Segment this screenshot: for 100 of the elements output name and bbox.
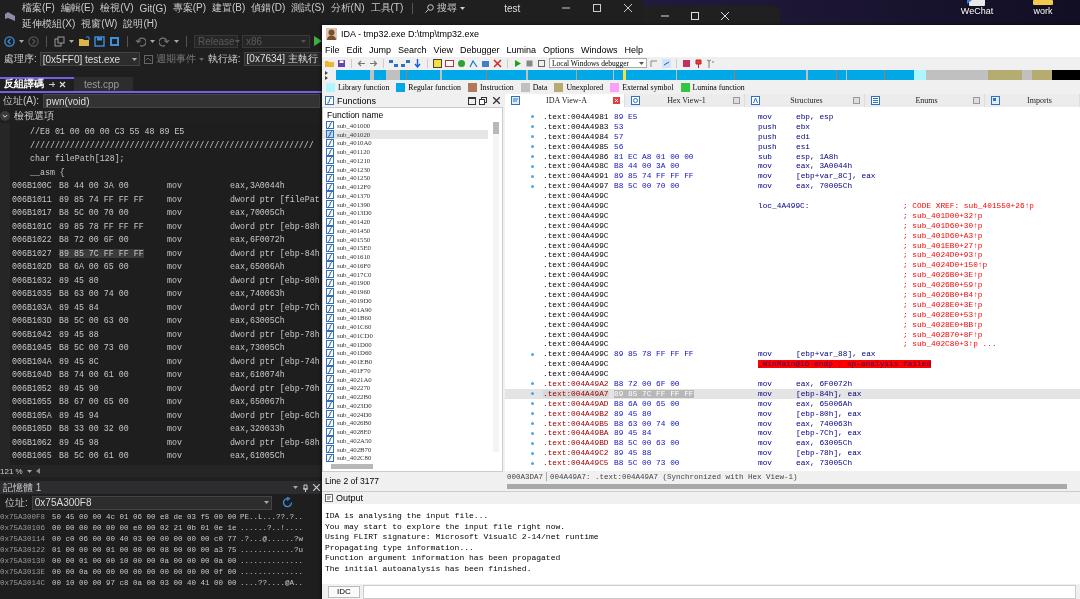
forward-arrow-icon[interactable] (369, 58, 378, 68)
restore-icon[interactable] (479, 96, 487, 105)
menu-item[interactable]: Search (398, 45, 427, 55)
pause-icon[interactable] (525, 58, 534, 68)
caret-icon[interactable] (173, 39, 179, 43)
menu-item[interactable]: Debugger (459, 45, 500, 55)
output-line: You may start to explore the input file right now. (325, 521, 566, 531)
hex-icon[interactable] (401, 58, 410, 68)
search-button[interactable]: 搜尋 (422, 1, 469, 15)
caret-icon[interactable] (293, 486, 298, 489)
circle-icon[interactable] (457, 58, 466, 68)
lifecycle-events-button[interactable]: 週期事件 (142, 52, 205, 66)
caret-icon[interactable] (19, 39, 24, 43)
antenna-icon[interactable] (706, 58, 715, 68)
menu-item[interactable]: 檔案(F) (22, 1, 55, 15)
process-dropdown[interactable]: [0x5FF0] test.exe (39, 52, 140, 66)
stop-icon[interactable] (537, 58, 546, 68)
address-field[interactable]: pwn(void) (43, 94, 320, 108)
horizontal-scrollbar[interactable] (331, 464, 373, 469)
hex-icon[interactable] (389, 58, 398, 68)
play-icon[interactable] (513, 58, 522, 68)
maximize-icon[interactable] (468, 96, 476, 105)
code-address: 006B1017 (12, 208, 52, 218)
save-all-icon[interactable] (108, 35, 120, 47)
menu-item[interactable]: 建置(B) (212, 1, 246, 15)
menu-item[interactable]: Lumina (506, 45, 536, 55)
instruction-mnemonic: mov (167, 437, 182, 447)
instruction-operand: eax,6F0072h (230, 235, 285, 245)
view-tab[interactable]: Enums (865, 94, 985, 107)
menu-item[interactable]: 分析(N) (330, 1, 365, 15)
menu-item[interactable]: 編輯(E) (60, 1, 95, 15)
horizontal-scrollbar[interactable] (507, 484, 1067, 489)
new-item-icon[interactable] (53, 35, 65, 47)
breakpoint-dot (531, 352, 534, 356)
menu-item[interactable]: Help (624, 45, 644, 55)
desktop-icon-label: WeChat (960, 6, 994, 16)
text-icon[interactable] (433, 58, 442, 68)
sync-icon[interactable] (662, 58, 671, 68)
close-icon[interactable] (493, 97, 500, 104)
instruction-operand: eax,61005Ch (230, 451, 285, 461)
save-icon[interactable] (93, 35, 105, 47)
view-tab[interactable]: Structures (745, 94, 865, 107)
memory-address-field[interactable]: 0x75A300F8 (31, 495, 272, 510)
back-icon[interactable] (4, 35, 15, 47)
vertical-scrollbar[interactable] (493, 122, 499, 452)
caret-icon[interactable] (149, 39, 155, 43)
close-icon (721, 11, 729, 20)
instruction-operand: eax,63005Ch (230, 316, 285, 326)
menu-item[interactable]: Options (543, 45, 575, 55)
menu-item[interactable]: 檢視(V) (100, 1, 134, 15)
menu-item[interactable]: 說明(H) (123, 17, 158, 31)
view-tab[interactable]: Imports (985, 94, 1080, 107)
undo-icon[interactable] (134, 35, 146, 47)
close-icon (733, 97, 740, 104)
view-options-toggle[interactable]: 檢視選項 (14, 109, 54, 123)
navigation-band[interactable] (336, 70, 1080, 80)
menu-item[interactable]: 偵錯(D) (251, 1, 286, 15)
document-tab[interactable]: test.cpp (74, 77, 134, 91)
menu-item[interactable]: 測試(S) (291, 1, 325, 15)
breakpoint-icon[interactable] (682, 58, 691, 68)
cross-icon[interactable] (493, 58, 502, 68)
pin-icon[interactable] (302, 483, 309, 492)
thread-dropdown[interactable]: [0x7634] 主執行 (243, 52, 322, 66)
caret-icon[interactable] (68, 39, 74, 43)
down-arrow-icon[interactable] (413, 58, 422, 68)
caret-icon[interactable] (26, 469, 32, 473)
column-header[interactable]: Function name (327, 109, 384, 120)
instruction-operand: dword ptr [ebp-78h (230, 329, 320, 339)
menu-item[interactable]: 工具(T) (370, 1, 404, 15)
document-tab[interactable]: 反組譯碼 (0, 77, 74, 91)
refresh-icon[interactable] (281, 497, 293, 508)
scroll-left-icon[interactable] (35, 468, 40, 474)
picture-frame-icon[interactable] (445, 58, 454, 68)
zoom-level[interactable]: 121 % (0, 466, 23, 476)
menu-item[interactable]: 延伸模組(X) (22, 17, 76, 31)
command-input[interactable] (362, 584, 1076, 599)
language-button[interactable]: IDC (328, 585, 360, 598)
code-address: 006B100C (12, 181, 52, 191)
view-tab[interactable]: IDA View-A (505, 94, 625, 107)
menu-item[interactable]: 專案(P) (172, 1, 207, 15)
code-address: 006B103D (12, 316, 52, 326)
menu-item[interactable]: Edit (346, 45, 363, 55)
breakpoint-dot (531, 382, 534, 386)
back-arrow-icon[interactable] (357, 58, 366, 68)
code-bytes: B8 5C 00 70 00 (59, 208, 129, 218)
folder-icon[interactable] (1031, 0, 1055, 6)
redo-icon[interactable] (158, 35, 170, 47)
folder-icon[interactable] (77, 35, 90, 47)
view-tab[interactable]: Hex View-1 (625, 94, 745, 107)
marker-icon[interactable] (694, 58, 703, 68)
save-icon[interactable] (337, 58, 346, 68)
instruction-operand: dword ptr [ebp-68h (230, 437, 320, 447)
menu-item[interactable]: 視窗(W) (81, 17, 118, 31)
menu-item[interactable]: File (325, 45, 340, 55)
view-icon (631, 96, 640, 105)
chevron-icon[interactable] (0, 111, 10, 121)
menu-item[interactable]: Jump (369, 45, 392, 55)
menu-item[interactable]: Git(G) (139, 2, 167, 14)
menu-item[interactable]: View (433, 45, 453, 55)
menu-item[interactable]: Windows (581, 45, 618, 55)
